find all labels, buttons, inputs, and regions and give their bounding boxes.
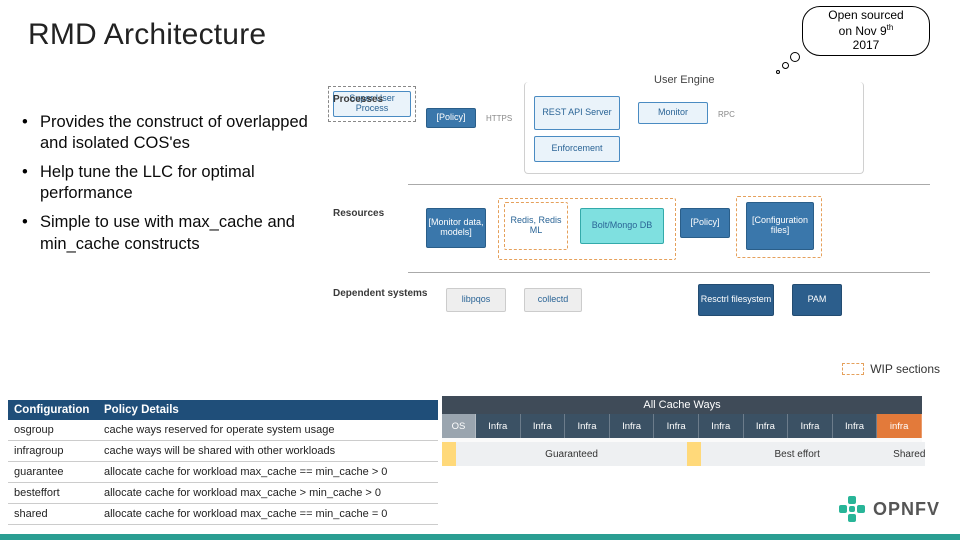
cache-infra-cell: Infra: [744, 414, 789, 438]
guaranteed-label: Guaranteed: [456, 442, 686, 466]
cell-detail: allocate cache for workload max_cache > …: [98, 483, 438, 504]
wip-legend-label: WIP sections: [870, 362, 940, 376]
https-label: HTTPS: [486, 114, 512, 123]
th-details: Policy Details: [98, 400, 438, 420]
cell-config: besteffort: [8, 483, 98, 504]
cache-infra-cell: Infra: [521, 414, 566, 438]
row-label-dependent: Dependent systems: [333, 288, 427, 299]
monitor-data-box: [Monitor data, models]: [426, 208, 486, 248]
opnfv-logo-icon: [839, 496, 865, 522]
cache-infra-cell: Infra: [476, 414, 521, 438]
cache-header: All Cache Ways: [442, 396, 922, 414]
enforcement-box: Enforcement: [534, 136, 620, 162]
collectd-box: collectd: [524, 288, 582, 312]
policy-box: [Policy]: [426, 108, 476, 128]
open-source-callout: Open sourced on Nov 9th 2017: [802, 6, 930, 64]
libpqos-box: libpqos: [446, 288, 506, 312]
cache-infra-cell: Infra: [654, 414, 699, 438]
table-row: osgroupcache ways reserved for operate s…: [8, 420, 438, 441]
resctrl-box: Resctrl filesystem: [698, 284, 774, 316]
cell-detail: cache ways will be shared with other wor…: [98, 441, 438, 462]
highlight-bar: [687, 442, 701, 466]
cache-infra-cell: Infra: [788, 414, 833, 438]
rest-api-box: REST API Server: [534, 96, 620, 130]
user-engine-title: User Engine: [648, 74, 721, 86]
rpc-label: RPC: [718, 110, 735, 119]
bullet-item: Help tune the LLC for optimal performanc…: [18, 162, 328, 204]
cloud-line1: Open sourced: [828, 8, 903, 22]
cell-config: shared: [8, 504, 98, 525]
cache-ways-diagram: All Cache Ways OS Infra Infra Infra Infr…: [442, 396, 922, 496]
cache-os-cell: OS: [442, 414, 476, 438]
cloud-sup: th: [887, 23, 894, 32]
footer-bar: [0, 534, 960, 540]
cloud-line3: 2017: [853, 38, 880, 52]
cell-detail: allocate cache for workload max_cache ==…: [98, 504, 438, 525]
redis-box: Redis, Redis ML: [504, 202, 568, 250]
architecture-diagram: Processes Resources Dependent systems Us…: [328, 86, 930, 348]
th-config: Configuration: [8, 400, 98, 420]
shared-label: Shared: [893, 442, 925, 466]
wip-legend-icon: [842, 363, 864, 375]
monitor-box: Monitor: [638, 102, 708, 124]
cache-infra-cell: Infra: [565, 414, 610, 438]
cell-config: infragroup: [8, 441, 98, 462]
cell-config: osgroup: [8, 420, 98, 441]
bolt-mongo-box: Bolt/Mongo DB: [580, 208, 664, 244]
cell-detail: cache ways reserved for operate system u…: [98, 420, 438, 441]
cloud-line2: on Nov 9: [839, 24, 887, 38]
bullet-list: Provides the construct of overlapped and…: [18, 112, 328, 263]
policy-table: Configuration Policy Details osgroupcach…: [8, 400, 438, 525]
opnfv-logo: OPNFV: [839, 496, 940, 522]
row-label-processes: Processes: [333, 94, 383, 105]
divider-line: [408, 272, 930, 273]
logo-text: OPNFV: [873, 499, 940, 520]
bullet-item: Simple to use with max_cache and min_cac…: [18, 212, 328, 254]
table-row: sharedallocate cache for workload max_ca…: [8, 504, 438, 525]
cell-config: guarantee: [8, 462, 98, 483]
config-files-box: [Configuration files]: [746, 202, 814, 250]
divider-line: [408, 184, 930, 185]
page-title: RMD Architecture: [28, 18, 266, 52]
cache-shared-cell: infra: [877, 414, 922, 438]
cache-infra-cell: Infra: [699, 414, 744, 438]
row-label-resources: Resources: [333, 208, 384, 219]
cell-detail: allocate cache for workload max_cache ==…: [98, 462, 438, 483]
bullet-item: Provides the construct of overlapped and…: [18, 112, 328, 154]
besteffort-label: Best effort: [701, 442, 893, 466]
policy2-box: [Policy]: [680, 208, 730, 238]
pam-box: PAM: [792, 284, 842, 316]
wip-legend: WIP sections: [842, 362, 940, 376]
cache-infra-cell: Infra: [610, 414, 655, 438]
table-row: infragroupcache ways will be shared with…: [8, 441, 438, 462]
cache-infra-cell: Infra: [833, 414, 878, 438]
table-row: besteffortallocate cache for workload ma…: [8, 483, 438, 504]
highlight-bar: [442, 442, 456, 466]
table-row: guaranteeallocate cache for workload max…: [8, 462, 438, 483]
